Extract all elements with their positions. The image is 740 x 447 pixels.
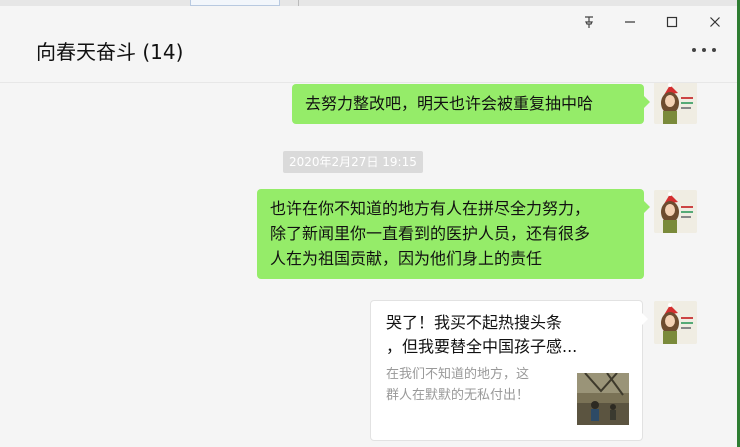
link-card-title-line: 哭了！我买不起热搜头条 <box>386 313 563 332</box>
avatar[interactable] <box>654 83 697 124</box>
minimize-icon <box>625 21 635 23</box>
avatar-girl-icon <box>654 301 697 344</box>
avatar[interactable] <box>654 301 697 344</box>
dot-icon <box>702 48 706 52</box>
dot-icon <box>712 48 716 52</box>
pin-icon <box>585 16 593 28</box>
maximize-icon <box>666 16 678 28</box>
message-bubble[interactable]: 去努力整改吧，明天也许会被重复抽中哈 <box>292 84 650 124</box>
close-button[interactable] <box>704 12 726 32</box>
message-text: 去努力整改吧，明天也许会被重复抽中哈 <box>305 94 594 113</box>
message-line: 除了新闻里你一直看到的医护人员，还有很多 <box>270 224 591 243</box>
maximize-button[interactable] <box>661 12 683 32</box>
chat-window: 向春天奋斗 (14) 去努力整改吧，明天也许会被重复抽中哈 2020年2月27日… <box>0 6 737 447</box>
link-card-desc-line: 群人在默默的无私付出！ <box>386 388 530 403</box>
avatar-girl-icon <box>654 190 697 233</box>
minimize-button[interactable] <box>619 12 641 32</box>
dot-icon <box>692 48 696 52</box>
chat-header: 向春天奋斗 (14) <box>0 6 737 83</box>
link-card-title: 哭了！我买不起热搜头条 ，但我要替全中国孩子感... <box>386 311 616 359</box>
pin-button[interactable] <box>578 12 600 32</box>
link-card-title-line: ，但我要替全中国孩子感... <box>386 337 578 356</box>
chat-title: 向春天奋斗 (14) <box>36 40 184 64</box>
link-card[interactable]: 哭了！我买不起热搜头条 ，但我要替全中国孩子感... 在我们不知道的地方，这 群… <box>370 300 648 441</box>
close-icon <box>710 17 720 27</box>
message-timestamp: 2020年2月27日 19:15 <box>283 151 423 173</box>
thumbnail-image-icon <box>577 373 629 425</box>
message-list[interactable]: 去努力整改吧，明天也许会被重复抽中哈 2020年2月27日 19:15 也许在你… <box>0 83 737 447</box>
link-card-thumbnail <box>577 373 629 425</box>
avatar-girl-icon <box>654 83 697 124</box>
more-options-button[interactable] <box>688 42 720 58</box>
avatar[interactable] <box>654 190 697 233</box>
link-card-desc-line: 在我们不知道的地方，这 <box>386 367 530 382</box>
link-card-description: 在我们不知道的地方，这 群人在默默的无私付出！ <box>386 364 561 406</box>
message-line: 人在为祖国贡献，因为他们身上的责任 <box>270 249 543 268</box>
message-bubble[interactable]: 也许在你不知道的地方有人在拼尽全力努力， 除了新闻里你一直看到的医护人员，还有很… <box>257 189 650 279</box>
message-line: 也许在你不知道的地方有人在拼尽全力努力， <box>270 199 591 218</box>
